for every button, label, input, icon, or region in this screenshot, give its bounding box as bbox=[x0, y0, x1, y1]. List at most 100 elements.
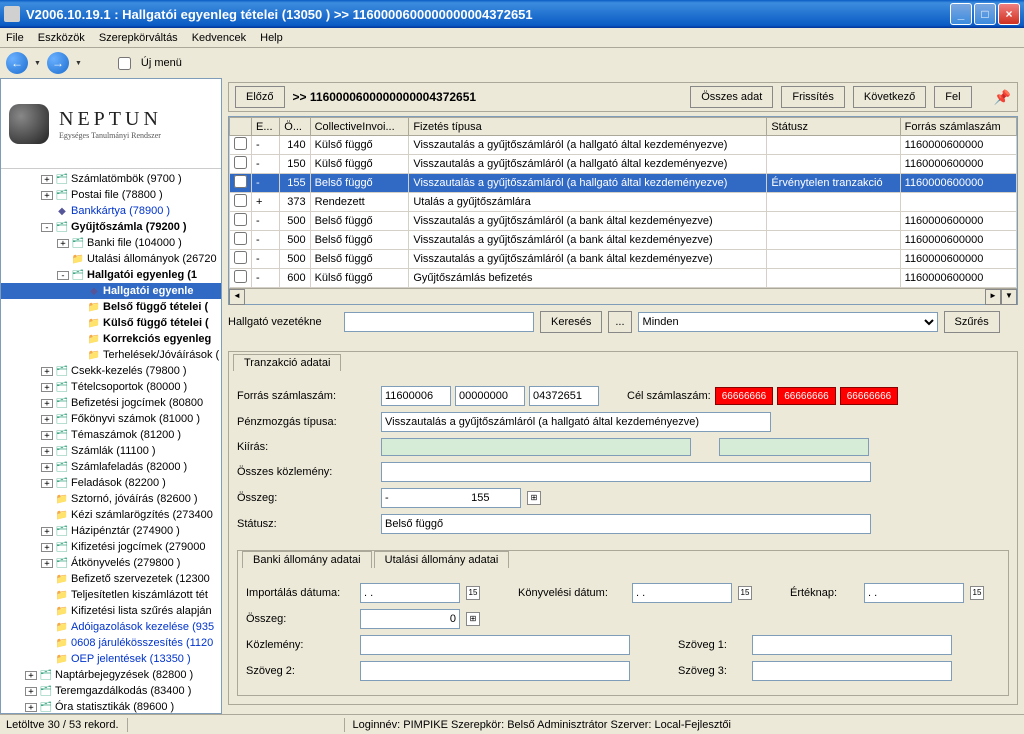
type-field[interactable] bbox=[381, 412, 771, 432]
expand-icon[interactable]: + bbox=[25, 687, 37, 696]
tree-item[interactable]: 📁Teljesítetlen kiszámlázott tét bbox=[1, 587, 221, 603]
table-row[interactable]: - 150 Külső függő Visszautalás a gyűjtős… bbox=[230, 155, 1017, 174]
new-menu-checkbox[interactable] bbox=[118, 57, 131, 70]
search-dots-button[interactable]: ... bbox=[608, 311, 631, 333]
column-header[interactable]: E... bbox=[252, 118, 280, 136]
search-input[interactable] bbox=[344, 312, 534, 332]
tree-item[interactable]: +🗂Számlák (11100 ) bbox=[1, 443, 221, 459]
sz3-field[interactable] bbox=[752, 661, 952, 681]
tree-item[interactable]: +🗂Házipénztár (274900 ) bbox=[1, 523, 221, 539]
tree-item[interactable]: -🗂Gyűjtőszámla (79200 ) bbox=[1, 219, 221, 235]
tree-item[interactable]: +🗂Számlatömbök (9700 ) bbox=[1, 171, 221, 187]
tree-item[interactable]: +🗂Főkönyvi számok (81000 ) bbox=[1, 411, 221, 427]
maximize-button[interactable]: □ bbox=[974, 3, 996, 25]
expand-icon[interactable]: + bbox=[41, 431, 53, 440]
ki-field[interactable] bbox=[381, 438, 691, 456]
expand-icon[interactable]: - bbox=[57, 271, 69, 280]
filter-select[interactable]: Minden bbox=[638, 312, 938, 332]
row-checkbox[interactable] bbox=[234, 232, 247, 245]
table-row[interactable]: - 155 Belső függő Visszautalás a gyűjtős… bbox=[230, 174, 1017, 193]
column-header[interactable]: Fizetés típusa bbox=[409, 118, 767, 136]
tree-item[interactable]: ◆Bankkártya (78900 ) bbox=[1, 203, 221, 219]
menu-help[interactable]: Help bbox=[260, 32, 283, 44]
komm-field[interactable] bbox=[381, 462, 871, 482]
src-account-1[interactable] bbox=[381, 386, 451, 406]
column-header[interactable]: Ö... bbox=[280, 118, 310, 136]
src-account-2[interactable] bbox=[455, 386, 525, 406]
tree-item[interactable]: 📁Korrekciós egyenleg bbox=[1, 331, 221, 347]
expand-icon[interactable]: + bbox=[41, 463, 53, 472]
expand-icon[interactable]: + bbox=[41, 543, 53, 552]
grid[interactable]: E...Ö...CollectiveInvoi...Fizetés típusa… bbox=[228, 116, 1018, 305]
tree-item[interactable]: 📁Sztornó, jóváírás (82600 ) bbox=[1, 491, 221, 507]
val-field[interactable] bbox=[864, 583, 964, 603]
tree-item[interactable]: +🗂Befizetési jogcímek (80800 bbox=[1, 395, 221, 411]
minimize-button[interactable]: _ bbox=[950, 3, 972, 25]
tree-item[interactable]: 📁Külső függő tételei ( bbox=[1, 315, 221, 331]
tree-item[interactable]: +🗂Átkönyvelés (279800 ) bbox=[1, 555, 221, 571]
column-header[interactable]: CollectiveInvoi... bbox=[310, 118, 409, 136]
sum2-field[interactable] bbox=[360, 609, 460, 629]
row-checkbox[interactable] bbox=[234, 213, 247, 226]
expand-icon[interactable]: + bbox=[41, 175, 53, 184]
tree-item[interactable]: -🗂Hallgatói egyenleg (1 bbox=[1, 267, 221, 283]
ki-field-2[interactable] bbox=[719, 438, 869, 456]
next-button[interactable]: Következő bbox=[853, 86, 926, 108]
tree-item[interactable]: +🗂Csekk-kezelés (79800 ) bbox=[1, 363, 221, 379]
calendar-icon[interactable]: 15 bbox=[738, 586, 752, 600]
expand-icon[interactable]: + bbox=[25, 703, 37, 712]
column-header[interactable]: Státusz bbox=[767, 118, 900, 136]
calendar-icon[interactable]: 15 bbox=[970, 586, 984, 600]
tree-item[interactable]: +🗂Feladások (82200 ) bbox=[1, 475, 221, 491]
grid-scrollbar[interactable]: ◄ ► ▼ bbox=[229, 288, 1017, 304]
expand-icon[interactable]: + bbox=[41, 383, 53, 392]
prev-button[interactable]: Előző bbox=[235, 86, 285, 108]
tree-item[interactable]: 📁Utalási állományok (26720 bbox=[1, 251, 221, 267]
expand-icon[interactable]: + bbox=[41, 447, 53, 456]
row-checkbox[interactable] bbox=[234, 175, 247, 188]
tree-item[interactable]: +🗂Kifizetési jogcímek (279000 bbox=[1, 539, 221, 555]
expand-icon[interactable]: + bbox=[41, 527, 53, 536]
tree-item[interactable]: +🗂Banki file (104000 ) bbox=[1, 235, 221, 251]
table-row[interactable]: - 500 Belső függő Visszautalás a gyűjtős… bbox=[230, 231, 1017, 250]
nav-back-dropdown-icon[interactable]: ▼ bbox=[34, 60, 41, 67]
tab-bank[interactable]: Banki állomány adatai bbox=[242, 551, 372, 568]
expand-icon[interactable]: + bbox=[25, 671, 37, 680]
scroll-down-icon[interactable]: ▼ bbox=[1001, 289, 1017, 305]
row-checkbox[interactable] bbox=[234, 156, 247, 169]
tree-item[interactable]: +🗂Tételcsoportok (80000 ) bbox=[1, 379, 221, 395]
tree-item[interactable]: +🗂Naptárbejegyzések (82800 ) bbox=[1, 667, 221, 683]
calendar-icon[interactable]: 15 bbox=[466, 586, 480, 600]
tree-item[interactable]: +🗂Témaszámok (81200 ) bbox=[1, 427, 221, 443]
nav-forward-dropdown-icon[interactable]: ▼ bbox=[75, 60, 82, 67]
tree-item[interactable]: 📁Belső függő tételei ( bbox=[1, 299, 221, 315]
all-data-button[interactable]: Összes adat bbox=[690, 86, 773, 108]
tree-item[interactable]: 📁0608 járulékösszesítés (1120 bbox=[1, 635, 221, 651]
sum-calc-icon[interactable]: ⊞ bbox=[527, 491, 541, 505]
tree-item[interactable]: +🗂Teremgazdálkodás (83400 ) bbox=[1, 683, 221, 699]
scroll-left-icon[interactable]: ◄ bbox=[229, 289, 245, 305]
book-field[interactable] bbox=[632, 583, 732, 603]
expand-icon[interactable]: - bbox=[41, 223, 53, 232]
tab-utal[interactable]: Utalási állomány adatai bbox=[374, 551, 510, 568]
sz2-field[interactable] bbox=[360, 661, 630, 681]
nav-back-button[interactable]: ← bbox=[6, 52, 28, 74]
menu-tools[interactable]: Eszközök bbox=[38, 32, 85, 44]
column-header[interactable] bbox=[230, 118, 252, 136]
menu-roles[interactable]: Szerepkörváltás bbox=[99, 32, 178, 44]
tree-item[interactable]: 📁Terhelések/Jóváírások ( bbox=[1, 347, 221, 363]
tree-item[interactable]: 📁Adóigazolások kezelése (935 bbox=[1, 619, 221, 635]
menu-file[interactable]: File bbox=[6, 32, 24, 44]
sum-calc-icon[interactable]: ⊞ bbox=[466, 612, 480, 626]
tree-item[interactable]: 📁OEP jelentések (13350 ) bbox=[1, 651, 221, 667]
tree-item[interactable]: ◆Hallgatói egyenle bbox=[1, 283, 221, 299]
row-checkbox[interactable] bbox=[234, 270, 247, 283]
expand-icon[interactable]: + bbox=[41, 367, 53, 376]
refresh-button[interactable]: Frissítés bbox=[781, 86, 845, 108]
expand-icon[interactable]: + bbox=[57, 239, 69, 248]
tree-item[interactable]: +🗂Óra statisztikák (89600 ) bbox=[1, 699, 221, 713]
expand-icon[interactable]: + bbox=[41, 559, 53, 568]
tree-item[interactable]: +🗂Postai file (78800 ) bbox=[1, 187, 221, 203]
close-button[interactable]: × bbox=[998, 3, 1020, 25]
tree[interactable]: +🗂Számlatömbök (9700 )+🗂Postai file (788… bbox=[1, 169, 221, 713]
